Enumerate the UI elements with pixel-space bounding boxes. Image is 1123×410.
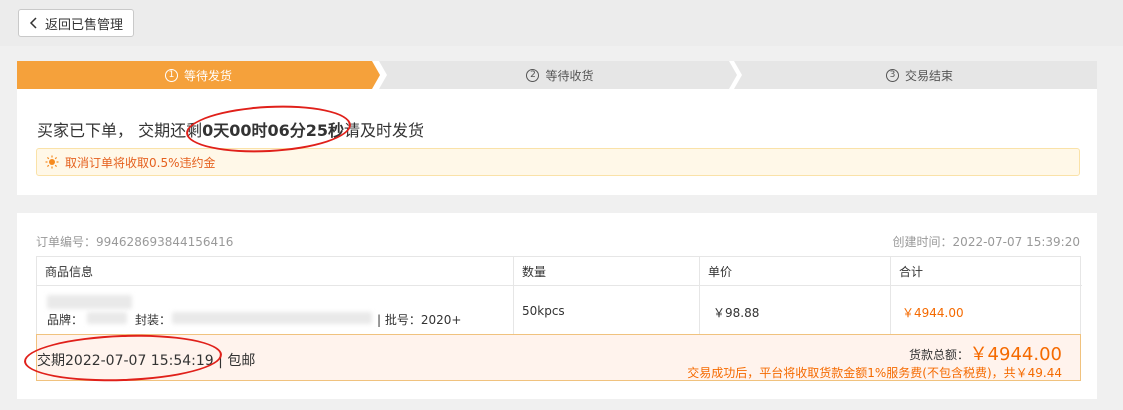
total-amount-value: ￥4944.00: [969, 344, 1062, 365]
redacted-brand: [87, 312, 127, 324]
order-summary-bar: 交期2022-07-07 15:54:19 | 包邮 货款总额： ￥4944.0…: [36, 334, 1081, 381]
delivery-deadline: 交期2022-07-07 15:54:19 | 包邮: [37, 353, 256, 369]
brand-label: 品牌：: [47, 313, 84, 327]
created-time-value: 2022-07-07 15:39:20: [952, 235, 1080, 249]
package-label: 封装：: [135, 313, 172, 327]
batch-value: 2020+: [420, 313, 462, 327]
order-status-message: 买家已下单， 交期还剩 0天00时06分25秒 请及时发货: [37, 117, 424, 141]
redacted-package: [172, 312, 372, 324]
shipping-label: 包邮: [227, 353, 256, 369]
penalty-notice: 取消订单将收取0.5%违约金: [36, 148, 1080, 176]
order-number: 订单编号：994628693844156416: [36, 233, 233, 250]
deadline-value: 2022-07-07 15:54:19: [65, 353, 214, 369]
column-header-quantity: 数量: [522, 264, 547, 279]
order-status-panel: 1 等待发货 2 等待收货 3 交易结束 买家已下单， 交期还剩 0天00时06…: [17, 61, 1097, 195]
service-fee-note: 交易成功后，平台将收取货款金额1%服务费(不包含税费)，共￥49.44: [687, 366, 1062, 380]
countdown-timer: 0天00时06分25秒: [202, 121, 345, 140]
step-number: 3: [885, 68, 899, 82]
created-time-label: 创建时间：: [892, 235, 953, 249]
step-label: 交易结束: [904, 68, 953, 83]
status-prefix: 买家已下单， 交期还剩: [37, 121, 203, 140]
step-number: 2: [526, 68, 540, 82]
step-label: 等待发货: [183, 68, 232, 83]
step-transaction-complete: 3 交易结束: [742, 61, 1097, 89]
created-time: 创建时间：2022-07-07 15:39:20: [893, 233, 1080, 250]
column-header-product: 商品信息: [45, 264, 94, 279]
batch-label: 批号：: [384, 313, 421, 327]
redacted-product-name: [47, 295, 132, 309]
column-header-subtotal: 合计: [899, 264, 924, 279]
order-details-panel: 订单编号：994628693844156416 创建时间：2022-07-07 …: [17, 213, 1097, 399]
back-button-label: 返回已售管理: [45, 17, 124, 33]
order-items-table: 商品信息 数量 单价 合计 品牌： 封装： | 批号：2020+ 50kpcs …: [36, 256, 1082, 335]
step-number: 1: [164, 68, 178, 82]
unit-price-value: ￥98.88: [713, 306, 760, 320]
sun-icon: [45, 155, 59, 169]
deadline-label: 交期: [37, 353, 65, 369]
total-amount-label: 货款总额：: [908, 348, 969, 362]
top-bar: 返回已售管理: [0, 0, 1123, 46]
chevron-left-icon: [29, 17, 37, 29]
step-waiting-shipment: 1 等待发货: [17, 61, 380, 89]
subtotal-value: ￥4944.00: [902, 306, 964, 320]
column-header-unit-price: 单价: [708, 264, 733, 279]
quantity-value: 50kpcs: [522, 304, 565, 318]
order-number-label: 订单编号：: [36, 235, 97, 249]
order-number-value: 994628693844156416: [96, 235, 234, 249]
step-label: 等待收货: [545, 68, 594, 83]
notice-text: 取消订单将收取0.5%违约金: [65, 155, 216, 170]
batch-info: | 批号：2020+: [377, 313, 462, 327]
status-suffix: 请及时发货: [344, 121, 425, 140]
header-divider: [37, 285, 1082, 286]
back-to-sold-management-button[interactable]: 返回已售管理: [18, 9, 135, 37]
step-waiting-receipt: 2 等待收货: [385, 61, 735, 89]
